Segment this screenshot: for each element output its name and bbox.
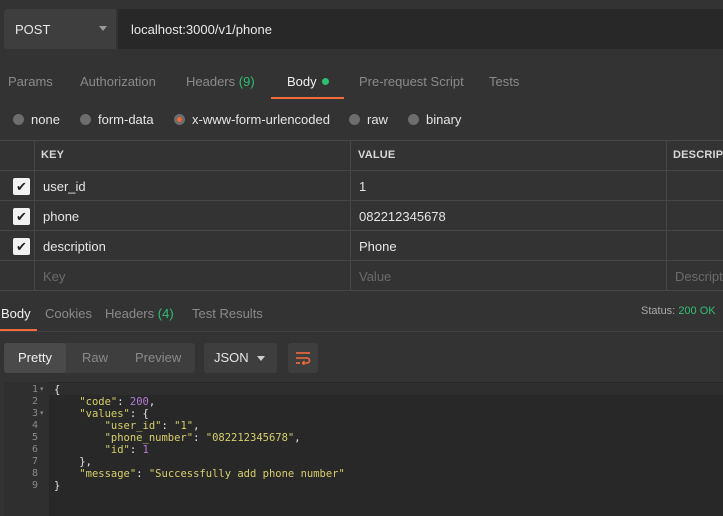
wrap-lines-button[interactable] (288, 343, 318, 373)
row-key[interactable]: user_id (43, 179, 86, 194)
body-indicator-dot (321, 78, 329, 85)
headers-count-badge: (9) (238, 74, 255, 89)
tab-authorization[interactable]: Authorization (80, 74, 156, 89)
radio-circle (80, 114, 91, 125)
checkmark-icon: ✔ (16, 178, 27, 194)
active-tab-indicator (271, 97, 344, 99)
tab-prerequest-script[interactable]: Pre-request Script (359, 74, 464, 89)
radio-binary[interactable]: binary (408, 112, 461, 127)
line-number: 1 (31, 384, 38, 395)
row-value[interactable]: Phone (359, 239, 397, 254)
table-border (666, 140, 667, 291)
url-input[interactable]: localhost:3000/v1/phone (118, 9, 723, 49)
code-line: "message": "Successfully add phone numbe… (79, 468, 345, 480)
tab-headers[interactable]: Headers (9) (186, 74, 255, 89)
radio-circle (13, 114, 24, 125)
row-checkbox[interactable]: ✔ (13, 208, 30, 225)
checkmark-icon: ✔ (16, 238, 27, 254)
table-border (0, 260, 723, 261)
line-number: 2 (31, 396, 38, 407)
row-checkbox[interactable]: ✔ (13, 238, 30, 255)
row-key[interactable]: description (43, 239, 106, 254)
radio-circle (408, 114, 419, 125)
tab-headers-label: Headers (186, 74, 236, 89)
format-select[interactable]: JSON (204, 343, 277, 373)
table-border (0, 200, 723, 201)
line-number: 6 (31, 444, 38, 455)
line-number: 9 (31, 480, 38, 491)
response-headers-count-badge: (4) (157, 306, 174, 321)
code-line: { (54, 384, 61, 396)
column-header-key: KEY (41, 149, 65, 161)
response-tab-body[interactable]: Body (1, 306, 31, 321)
row-value[interactable]: 1 (359, 179, 366, 194)
status-value: 200 OK (678, 305, 716, 317)
radio-circle (349, 114, 360, 125)
checkmark-icon: ✔ (16, 208, 27, 224)
line-number: 4 (31, 420, 38, 431)
radio-urlencoded-label: x-www-form-urlencoded (192, 112, 330, 127)
method-select[interactable]: POST (4, 9, 116, 49)
radio-none-label: none (31, 112, 60, 127)
code-line: "user_id": "1", (104, 420, 200, 432)
radio-form-data[interactable]: form-data (80, 112, 154, 127)
chevron-down-icon (257, 356, 265, 361)
table-border (0, 230, 723, 231)
raw-button[interactable]: Raw (82, 343, 108, 373)
response-tab-headers[interactable]: Headers (4) (105, 306, 174, 321)
pretty-button[interactable]: Pretty (18, 343, 52, 373)
line-number: 7 (31, 456, 38, 467)
preview-button[interactable]: Preview (135, 343, 181, 373)
radio-raw-label: raw (367, 112, 388, 127)
code-line: "id": 1 (104, 444, 149, 456)
radio-binary-label: binary (426, 112, 462, 127)
response-tab-cookies[interactable]: Cookies (45, 306, 92, 321)
method-label: POST (15, 21, 51, 37)
status-label: Status: (641, 305, 676, 317)
fold-chevron-icon[interactable]: ▾ (40, 384, 44, 396)
tab-tests[interactable]: Tests (489, 74, 519, 89)
radio-circle-selected (174, 114, 185, 125)
line-number: 3 (31, 408, 38, 419)
radio-form-data-label: form-data (98, 112, 154, 127)
column-header-description: DESCRIPTI (673, 149, 723, 161)
tab-params[interactable]: Params (8, 74, 53, 89)
code-line: } (54, 480, 61, 492)
radio-none[interactable]: none (13, 112, 60, 127)
new-key-input[interactable]: Key (43, 269, 65, 284)
table-border (350, 140, 351, 291)
format-label: JSON (214, 350, 249, 365)
radio-raw[interactable]: raw (349, 112, 388, 127)
table-border (34, 140, 35, 291)
code-line: }, (54, 456, 92, 468)
new-value-input[interactable]: Value (359, 269, 391, 284)
response-tab-headers-label: Headers (105, 306, 155, 321)
row-value[interactable]: 082212345678 (359, 209, 446, 224)
column-header-value: VALUE (358, 149, 396, 161)
line-number: 5 (31, 432, 38, 443)
active-line-highlight (4, 383, 723, 395)
code-line: "phone_number": "082212345678", (104, 432, 301, 444)
table-border (0, 290, 723, 291)
chevron-down-icon (99, 26, 107, 31)
radio-urlencoded[interactable]: x-www-form-urlencoded (174, 112, 330, 127)
response-tab-test-results[interactable]: Test Results (192, 306, 263, 321)
fold-chevron-icon[interactable]: ▾ (40, 408, 44, 420)
row-checkbox[interactable]: ✔ (13, 178, 30, 195)
line-number: 8 (31, 468, 38, 479)
divider (0, 331, 723, 332)
new-description-input[interactable]: Descripti (675, 269, 723, 284)
tab-body-label: Body (287, 74, 317, 89)
tab-body[interactable]: Body (287, 74, 329, 89)
wrap-lines-icon (296, 352, 311, 365)
table-border (0, 170, 723, 171)
url-text: localhost:3000/v1/phone (131, 21, 272, 37)
table-border (0, 140, 723, 141)
status-indicator: Status: 200 OK (641, 305, 716, 317)
row-key[interactable]: phone (43, 209, 79, 224)
code-line: "values": { (79, 408, 149, 420)
code-line: "code": 200, (79, 396, 156, 408)
